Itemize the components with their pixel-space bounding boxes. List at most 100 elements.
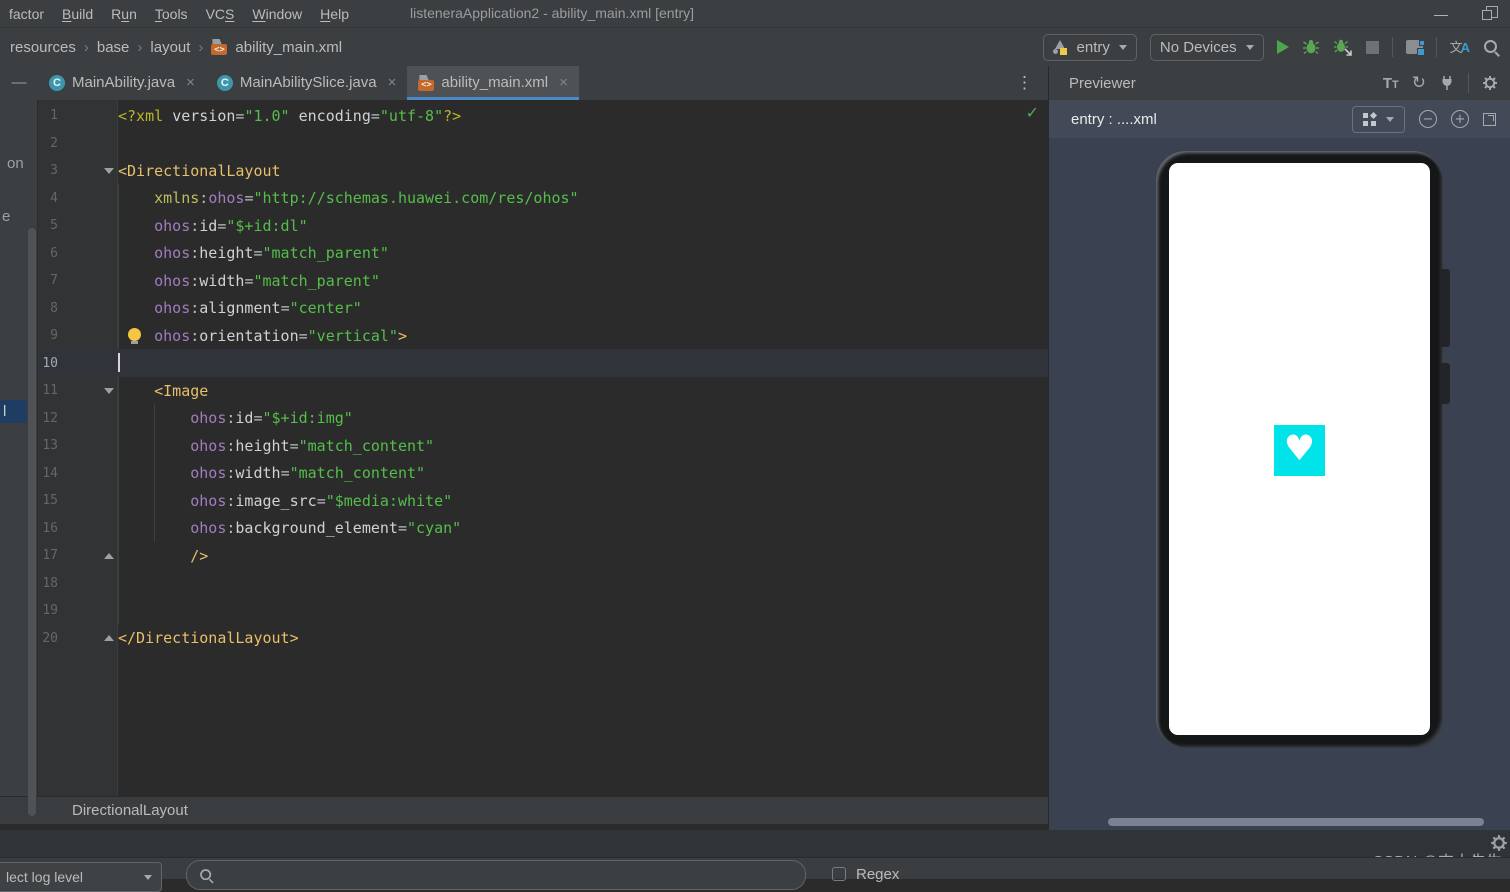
menu-window[interactable]: Window (243, 6, 311, 22)
code-text: <Image (154, 381, 209, 400)
menu-build[interactable]: Build (53, 6, 102, 22)
stop-button[interactable] (1365, 40, 1379, 54)
preview-layout-button[interactable] (1352, 105, 1405, 133)
xml-file-icon: <> (418, 74, 435, 91)
fold-marker-icon[interactable] (104, 167, 114, 174)
code-line-10[interactable]: 10 (38, 349, 1048, 377)
tab-label: MainAbilitySlice.java (239, 74, 377, 92)
code-line-9[interactable]: 9 ohos: orientation = "vertical" > (38, 322, 1048, 350)
run-config-label: entry (1076, 38, 1110, 56)
fullscreen-icon[interactable] (1483, 112, 1496, 126)
run-button[interactable] (1276, 40, 1289, 54)
tab-ability_main.xml[interactable]: <> ability_main.xml × (407, 66, 579, 100)
fold-marker-icon[interactable] (104, 387, 114, 394)
code-line-17[interactable]: 17 /> (38, 542, 1048, 570)
menu-factor[interactable]: factor (0, 6, 53, 22)
device-selector[interactable]: No Devices (1149, 33, 1264, 61)
code-line-20[interactable]: 20 </DirectionalLayout> (38, 624, 1048, 652)
log-search-input[interactable] (186, 860, 806, 890)
preview-horizontal-scrollbar[interactable] (1108, 818, 1484, 826)
breadcrumb-item[interactable]: base (97, 39, 130, 56)
menu-run[interactable]: Run (102, 6, 146, 22)
xml-file-icon: <> (211, 39, 228, 55)
code-line-5[interactable]: 5 ohos: id = "$+id:dl" (38, 212, 1048, 240)
tab-MainAbility.java[interactable]: C MainAbility.java × (38, 66, 206, 100)
code-text: xmlns: ohos = "http://schemas.huawei.com/re… (154, 189, 579, 208)
tree-scrollbar[interactable] (28, 227, 36, 816)
previewer-header: Previewer TT ↻ (1049, 66, 1510, 100)
code-line-1[interactable]: 1 <?xml version = "1.0" encoding = "utf-8" ?> (38, 102, 1048, 130)
close-tab-icon[interactable]: × (559, 74, 568, 91)
search-icon[interactable] (1483, 39, 1500, 56)
breadcrumb: resources › base › layout › <> ability_main.xml (10, 39, 342, 56)
fold-marker-icon[interactable] (104, 635, 114, 642)
run-config-selector[interactable]: entry (1042, 33, 1137, 61)
line-number: 7 (50, 273, 58, 289)
intention-bulb-icon[interactable] (128, 327, 141, 344)
code-line-14[interactable]: 14 ohos: width = "match_content" (38, 459, 1048, 487)
gear-icon[interactable] (1490, 834, 1508, 852)
translate-icon[interactable]: 文A (1450, 41, 1470, 54)
code-text: ohos: height = "match_parent" (154, 244, 389, 263)
code-line-3[interactable]: 3 <DirectionalLayout (38, 157, 1048, 185)
phone-screen: ♥ (1169, 163, 1430, 735)
phone-power-button (1441, 363, 1450, 404)
refresh-icon[interactable]: ↻ (1412, 73, 1426, 93)
phone-volume-button (1441, 269, 1450, 347)
line-number: 13 (42, 438, 58, 454)
preview-canvas[interactable]: ♥ (1049, 138, 1510, 830)
code-line-18[interactable]: 18 (38, 569, 1048, 597)
code-line-6[interactable]: 6 ohos: height = "match_parent" (38, 239, 1048, 267)
zoom-out-button[interactable]: − (1419, 110, 1437, 128)
hide-tab-strip-button[interactable]: — (0, 66, 38, 100)
code-line-11[interactable]: 11 <Image (38, 377, 1048, 405)
project-tree-sliver[interactable]: on e l (0, 99, 38, 816)
close-tab-icon[interactable]: × (388, 74, 397, 91)
menu-tools[interactable]: Tools (146, 6, 197, 22)
menu-help[interactable]: Help (311, 6, 358, 22)
zoom-in-button[interactable]: + (1451, 110, 1469, 128)
debug-button[interactable] (1302, 38, 1320, 56)
line-number: 6 (50, 245, 58, 261)
close-tab-icon[interactable]: × (186, 74, 195, 91)
navigation-bar: resources › base › layout › <> ability_main.xml… (0, 27, 1510, 66)
code-line-12[interactable]: 12 ohos: id = "$+id:img" (38, 404, 1048, 432)
inspect-icon[interactable] (1439, 75, 1455, 91)
code-editor[interactable]: 1 <?xml version = "1.0" encoding = "utf-8" ?> 2… (38, 99, 1048, 797)
previewer-header-icons: TT ↻ (1383, 73, 1498, 93)
tree-item-selected[interactable]: l (0, 399, 27, 423)
bottom-strip: CSDN @吉士先生 lect log level Regex (0, 830, 1510, 892)
previewer-target: entry : ....xml (1071, 110, 1157, 128)
code-line-4[interactable]: 4 xmlns: ohos = "http://schemas.huawei.com/… (38, 184, 1048, 212)
breadcrumb-item[interactable]: resources (10, 39, 76, 56)
log-level-selector[interactable]: lect log level (0, 862, 162, 892)
editor-breadcrumb-item[interactable]: DirectionalLayout (72, 802, 188, 819)
breadcrumb-item[interactable]: layout (150, 39, 190, 56)
code-line-13[interactable]: 13 ohos: height = "match_content" (38, 432, 1048, 460)
code-line-16[interactable]: 16 ohos: background_element = "cyan" (38, 514, 1048, 542)
tab-MainAbilitySlice.java[interactable]: C MainAbilitySlice.java × (206, 66, 408, 100)
attach-debugger-button[interactable] (1333, 38, 1353, 56)
inspection-ok-check-icon[interactable]: ✓ (1026, 103, 1039, 122)
code-line-7[interactable]: 7 ohos: width = "match_parent" (38, 267, 1048, 295)
fold-gutter (100, 387, 118, 394)
line-number: 10 (42, 355, 58, 371)
code-line-8[interactable]: 8 ohos: alignment = "center" (38, 294, 1048, 322)
fold-marker-icon[interactable] (104, 552, 114, 559)
restore-button[interactable] (1464, 0, 1510, 27)
code-line-15[interactable]: 15 ohos: image_src = "$media:white" (38, 487, 1048, 515)
fold-gutter (100, 552, 118, 559)
fold-gutter (100, 635, 118, 642)
line-number: 12 (42, 410, 58, 426)
menu-vcs[interactable]: VCS (197, 6, 244, 22)
font-settings-icon[interactable]: TT (1383, 75, 1399, 92)
code-text: ohos: id = "$+id:img" (190, 409, 353, 428)
line-number: 8 (50, 300, 58, 316)
project-structure-icon[interactable] (1405, 40, 1425, 56)
code-line-2[interactable]: 2 (38, 129, 1048, 157)
gear-icon[interactable] (1482, 75, 1498, 91)
tab-options-kebab-icon[interactable]: ⋮ (1001, 66, 1048, 100)
code-line-19[interactable]: 19 (38, 597, 1048, 625)
minimize-button[interactable]: — (1418, 0, 1464, 27)
breadcrumb-item-file[interactable]: ability_main.xml (235, 39, 342, 56)
